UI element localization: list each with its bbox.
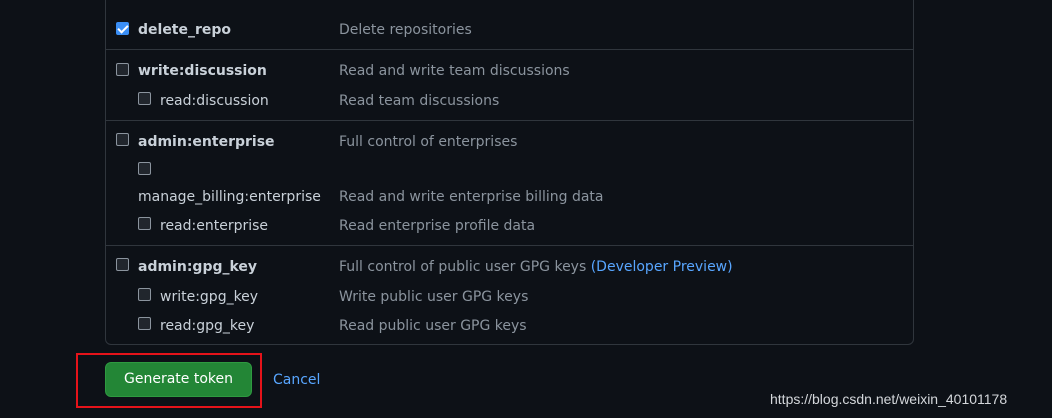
scope-name: write:gpg_key (160, 289, 259, 305)
scope-description: Full control of public user GPG keys (De… (339, 258, 733, 276)
scope-name: delete_repo (138, 22, 232, 38)
developer-preview-link[interactable]: (Developer Preview) (591, 259, 733, 275)
scope-description: Read team discussions (339, 93, 500, 109)
read-discussion-checkbox[interactable] (138, 92, 151, 105)
scope-description-text: Full control of public user GPG keys (339, 259, 587, 275)
generate-token-button[interactable]: Generate token (105, 362, 252, 397)
scope-description: Write public user GPG keys (339, 289, 529, 305)
scope-name: manage_billing:enterprise (138, 189, 321, 205)
write-discussion-checkbox[interactable] (116, 63, 129, 76)
scope-name: admin:gpg_key (138, 259, 258, 275)
scope-name: read:gpg_key (160, 318, 255, 334)
divider (106, 49, 913, 50)
divider (106, 120, 913, 121)
scopes-list: delete_repo Delete repositories write:di… (105, 0, 914, 345)
scope-name: read:discussion (160, 93, 269, 109)
scope-description: Read and write enterprise billing data (339, 189, 604, 205)
scope-description: Full control of enterprises (339, 134, 518, 150)
scope-description: Read public user GPG keys (339, 318, 527, 334)
manage-billing-enterprise-checkbox[interactable] (138, 162, 151, 175)
scope-description: Read and write team discussions (339, 63, 570, 79)
scope-description: Delete repositories (339, 22, 472, 38)
scope-name: write:discussion (138, 63, 267, 79)
scope-name: admin:enterprise (138, 134, 275, 150)
watermark-text: https://blog.csdn.net/weixin_40101178 (770, 391, 1008, 407)
read-enterprise-checkbox[interactable] (138, 217, 151, 230)
read-gpg-key-checkbox[interactable] (138, 317, 151, 330)
scope-description: Read enterprise profile data (339, 218, 536, 234)
cancel-link[interactable]: Cancel (273, 371, 320, 389)
divider (106, 245, 913, 246)
write-gpg-key-checkbox[interactable] (138, 288, 151, 301)
scope-name: read:enterprise (160, 218, 269, 234)
admin-gpg-key-checkbox[interactable] (116, 258, 129, 271)
token-scopes-page: delete_repo Delete repositories write:di… (0, 0, 1052, 418)
admin-enterprise-checkbox[interactable] (116, 133, 129, 146)
delete-repo-checkbox[interactable] (116, 22, 129, 35)
